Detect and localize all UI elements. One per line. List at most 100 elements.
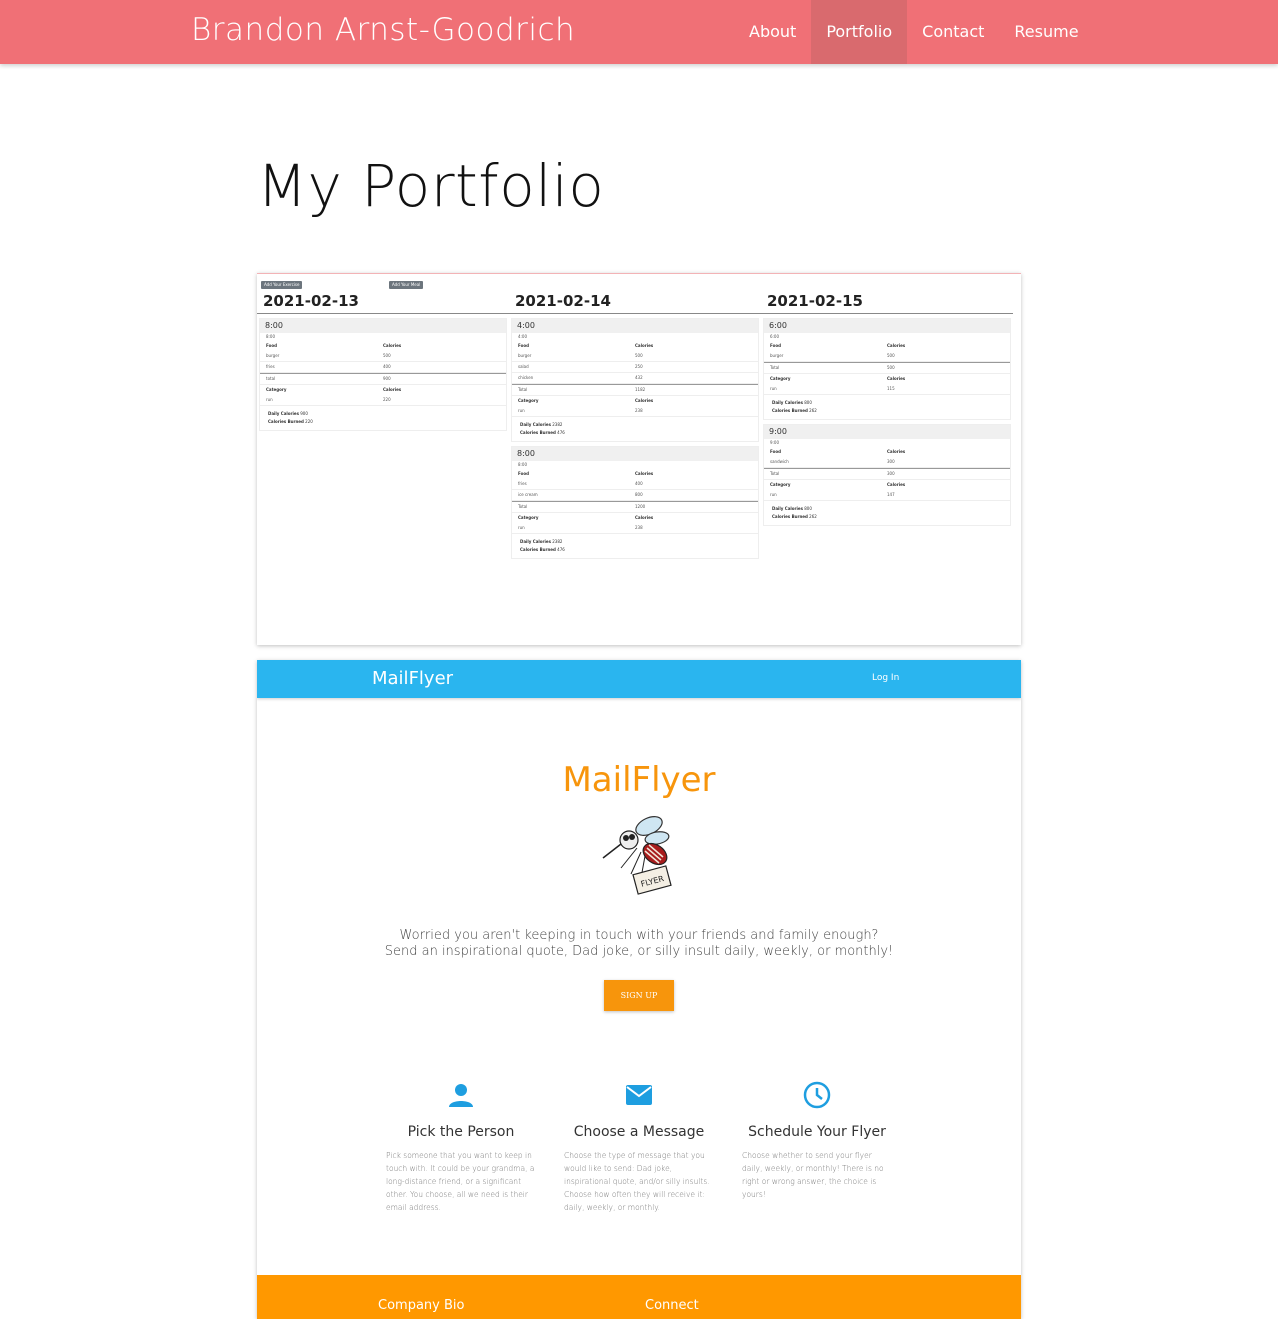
food-header-label: Food	[770, 343, 781, 348]
food-total-row: Total 1200	[512, 501, 758, 513]
nav-link-about[interactable]: About	[734, 0, 811, 64]
calendar-date: 2021-02-15	[761, 292, 1013, 314]
calories-header-label: Calories	[383, 343, 402, 348]
daily-calories-value: 2382	[552, 539, 563, 544]
category-row: run 115	[764, 384, 1010, 395]
category-table-header: Category Calories	[512, 396, 758, 406]
entry-time: 6:00	[764, 319, 1010, 333]
feature-schedule-flyer: Schedule Your Flyer Choose whether to se…	[742, 1080, 892, 1201]
calories-header-label: Calories	[887, 343, 906, 348]
food-calories: 400	[383, 364, 391, 369]
footer-connect: Connect	[645, 1298, 699, 1313]
calories-burned-summary: Calories Burned 476	[512, 429, 758, 437]
category-table-header: Category Calories	[764, 480, 1010, 490]
feature-pick-person: Pick the Person Pick someone that you wa…	[386, 1080, 536, 1214]
tagline-line-2: Send an inspirational quote, Dad joke, o…	[384, 944, 894, 959]
entry-subtime: 6:00	[770, 334, 779, 339]
calories-header-label: Calories	[887, 376, 906, 381]
total-label: Total	[518, 504, 528, 509]
feature-description: Choose the type of message that you woul…	[564, 1151, 710, 1212]
category-name: run	[770, 386, 777, 391]
daily-calories-label: Daily Calories	[772, 400, 803, 405]
feature-title: Pick the Person	[407, 1124, 515, 1140]
calories-burned-summary: Calories Burned 220	[260, 418, 506, 426]
add-exercise-button[interactable]: Add Your Exercise	[261, 281, 303, 289]
category-name: run	[770, 492, 777, 497]
food-calories: 250	[635, 364, 643, 369]
calories-burned-value: 262	[809, 408, 817, 413]
calories-header-label: Calories	[887, 449, 906, 454]
portfolio-card-mailflyer[interactable]: MailFlyer Log In MailFlyer FLYER Worried…	[257, 660, 1021, 1319]
daily-calories-summary: Daily Calories 800	[764, 505, 1010, 513]
signup-button[interactable]: SIGN UP	[604, 980, 674, 1011]
food-name: fries	[518, 481, 527, 486]
category-calories: 238	[635, 408, 643, 413]
total-label: Total	[770, 471, 780, 476]
mailflyer-tagline: Worried you aren't keeping in touch with…	[257, 928, 1021, 960]
entry-subtime: 4:00	[518, 334, 527, 339]
meal-entry-card: 8:00 8:00 Food Calories fries 400 ice crea…	[511, 446, 759, 559]
nav-link-portfolio[interactable]: Portfolio	[811, 0, 908, 64]
food-table-header: Food Calories	[260, 341, 506, 351]
daily-calories-label: Daily Calories	[268, 411, 299, 416]
calories-header-label: Calories	[383, 387, 402, 392]
meal-entry-card: 6:00 6:00 Food Calories burger 500 Total 50…	[763, 318, 1011, 420]
daily-calories-value: 800	[804, 400, 812, 405]
daily-calories-summary: Daily Calories 2382	[512, 538, 758, 546]
daily-calories-summary: Daily Calories 800	[764, 399, 1010, 407]
calendar-day-column: 2021-02-15 6:00 6:00 Food Calories burger…	[761, 292, 1013, 526]
feature-title: Choose a Message	[573, 1124, 705, 1140]
food-calories: 300	[887, 459, 895, 464]
food-calories: 800	[635, 492, 643, 497]
feature-choose-message: Choose a Message Choose the type of mess…	[564, 1080, 714, 1214]
food-row: chicken 432	[512, 373, 758, 384]
person-icon	[449, 1084, 473, 1107]
calories-burned-value: 220	[305, 419, 313, 424]
category-table-header: Category Calories	[512, 513, 758, 523]
calories-header-label: Calories	[635, 398, 654, 403]
meal-entry-card: 4:00 4:00 Food Calories burger 500 salad 25…	[511, 318, 759, 442]
calories-burned-label: Calories Burned	[520, 547, 556, 552]
category-header-label: Category	[518, 515, 539, 520]
nav-links: About Portfolio Contact Resume	[734, 0, 1094, 64]
daily-calories-label: Daily Calories	[520, 422, 551, 427]
food-name: ice cream	[518, 492, 538, 497]
mosquito-logo: FLYER	[602, 816, 672, 895]
mailflyer-brand[interactable]: MailFlyer	[372, 668, 453, 689]
feature-description: Choose whether to send your flyer daily,…	[742, 1151, 884, 1199]
category-table-header: Category Calories	[260, 385, 506, 395]
category-header-label: Category	[770, 376, 791, 381]
category-row: run 238	[512, 406, 758, 417]
footer-company-bio: Company Bio	[378, 1298, 465, 1313]
food-total-row: Total 1182	[512, 384, 758, 396]
entry-time: 8:00	[260, 319, 506, 333]
entry-subtime: 8:00	[266, 334, 275, 339]
daily-calories-label: Daily Calories	[520, 539, 551, 544]
calories-burned-value: 262	[809, 514, 817, 519]
nav-link-contact[interactable]: Contact	[907, 0, 999, 64]
calories-burned-summary: Calories Burned 476	[512, 546, 758, 554]
login-link[interactable]: Log In	[872, 673, 899, 683]
daily-calories-value: 900	[300, 411, 308, 416]
food-name: chicken	[518, 375, 534, 380]
calendar-day-column: 2021-02-13 8:00 8:00 Food Calories burger…	[257, 292, 509, 431]
calories-header-label: Calories	[887, 482, 906, 487]
add-meal-button[interactable]: Add Your Meal	[389, 281, 424, 289]
food-name: burger	[518, 353, 532, 358]
portfolio-card-calorie-tracker[interactable]: Add Your Exercise Add Your Meal 2021-02-…	[257, 273, 1021, 645]
category-name: run	[518, 408, 525, 413]
calories-header-label: Calories	[635, 471, 654, 476]
calories-burned-value: 476	[557, 430, 565, 435]
category-calories: 115	[887, 386, 895, 391]
brand-name[interactable]: Brandon Arnst-Goodrich	[191, 12, 575, 48]
food-total-row: Total 300	[764, 468, 1010, 480]
nav-link-resume[interactable]: Resume	[999, 0, 1093, 64]
food-header-label: Food	[518, 343, 529, 348]
food-header-label: Food	[518, 471, 529, 476]
daily-calories-summary: Daily Calories 900	[260, 410, 506, 418]
category-name: run	[266, 397, 273, 402]
food-calories: 432	[635, 375, 643, 380]
food-row: fries 400	[512, 479, 758, 490]
calories-burned-label: Calories Burned	[772, 514, 808, 519]
calories-burned-label: Calories Burned	[772, 408, 808, 413]
